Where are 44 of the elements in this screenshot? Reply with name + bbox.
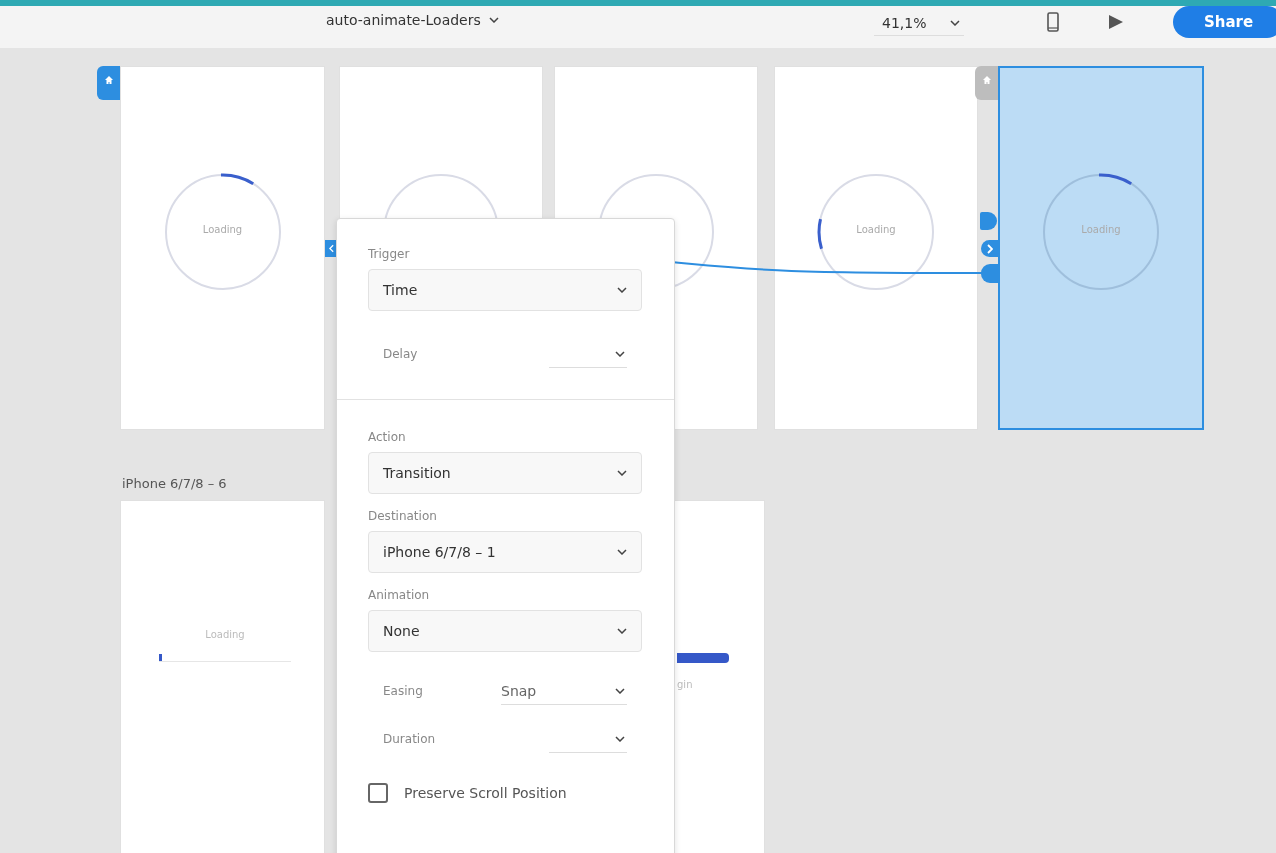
- field-label: Destination: [368, 509, 438, 523]
- field-label: Action: [368, 430, 407, 444]
- chevron-down-icon: [950, 19, 960, 26]
- chevron-down-icon: [615, 350, 625, 357]
- share-button[interactable]: Share: [1173, 6, 1276, 38]
- destination-dropdown[interactable]: iPhone 6/7/8 – 1: [368, 531, 642, 573]
- animation-dropdown[interactable]: None: [368, 610, 642, 652]
- chevron-down-icon: [617, 628, 627, 634]
- connector-handle[interactable]: [980, 212, 997, 230]
- chevron-down-icon: [615, 735, 625, 742]
- field-label: Delay: [383, 347, 418, 361]
- chevron-left-icon: [328, 244, 334, 253]
- loading-label: Loading: [201, 224, 244, 235]
- zoom-dropdown[interactable]: 41,1%: [874, 10, 964, 36]
- field-label: Animation: [368, 588, 431, 602]
- field-label: Easing: [383, 684, 423, 698]
- action-dropdown[interactable]: Transition: [368, 452, 642, 494]
- chevron-down-icon: [617, 287, 627, 293]
- phone-icon[interactable]: [1047, 12, 1059, 32]
- field-label: Duration: [383, 732, 436, 746]
- login-caption: gin: [677, 679, 693, 690]
- loading-label: Loading: [205, 629, 245, 640]
- loading-label: Loading: [1080, 224, 1122, 235]
- chevron-down-icon: [617, 549, 627, 555]
- next-arrow-button[interactable]: [981, 240, 998, 257]
- home-tab[interactable]: [97, 66, 120, 100]
- play-icon[interactable]: [1108, 14, 1124, 30]
- connector-handle[interactable]: [325, 240, 337, 257]
- chevron-down-icon: [488, 17, 499, 23]
- checkbox-label: Preserve Scroll Position: [404, 785, 567, 801]
- chevron-down-icon: [615, 687, 625, 694]
- checkbox[interactable]: [368, 783, 388, 803]
- progress-bar: [677, 653, 729, 663]
- chevron-right-icon: [986, 243, 993, 254]
- document-title-menu[interactable]: auto-animate-Loaders: [326, 12, 499, 28]
- artboard-title[interactable]: iPhone 6/7/8 – 6: [122, 476, 227, 491]
- home-icon: [981, 75, 992, 85]
- chevron-down-icon: [617, 470, 627, 476]
- connector-handle[interactable]: [981, 264, 998, 283]
- field-label: Trigger: [368, 247, 411, 261]
- home-icon: [103, 75, 114, 85]
- loading-label: Loading: [855, 224, 897, 235]
- easing-dropdown[interactable]: Snap: [501, 677, 627, 705]
- trigger-dropdown[interactable]: Time: [368, 269, 642, 311]
